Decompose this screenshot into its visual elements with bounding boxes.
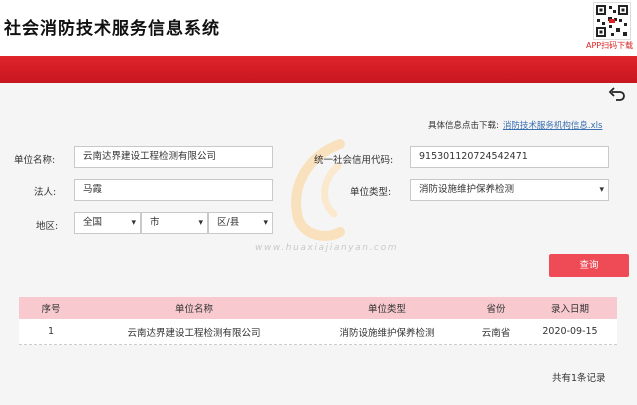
unit-name-label: 单位名称:: [14, 155, 56, 166]
table-header: 序号 单位名称 单位类型 省份 录入日期: [19, 297, 617, 319]
header: 社会消防技术服务信息系统 APP扫码下载: [0, 0, 637, 56]
col-header-date: 录入日期: [550, 304, 589, 315]
province-select[interactable]: 全国: [74, 212, 141, 234]
district-select[interactable]: 区/县: [208, 212, 273, 234]
download-link[interactable]: 消防技术服务机构信息.xls: [503, 121, 603, 131]
legal-person-input[interactable]: 马霞: [74, 179, 273, 201]
cell-date: 2020-09-15: [542, 326, 598, 337]
credit-code-input[interactable]: 915301120724542471: [410, 146, 609, 168]
qr-code-icon: [593, 2, 631, 40]
unit-name-input[interactable]: 云南达界建设工程检测有限公司: [74, 146, 273, 168]
download-row: 具体信息点击下载: 消防技术服务机构信息.xls: [428, 119, 602, 131]
col-header-unit-name: 单位名称: [174, 304, 213, 315]
col-header-index: 序号: [41, 304, 61, 315]
credit-code-label: 统一社会信用代码:: [314, 155, 394, 166]
cell-unit-name: 云南达界建设工程检测有限公司: [127, 327, 261, 339]
download-prefix: 具体信息点击下载:: [428, 121, 499, 131]
watermark-text: www.huaxiajianyan.com: [255, 243, 399, 253]
legal-person-label: 法人:: [34, 187, 57, 198]
back-arrow-icon[interactable]: [608, 86, 626, 102]
cell-unit-type: 消防设施维护保养检测: [339, 327, 435, 339]
unit-type-select[interactable]: 消防设施维护保养检测: [410, 179, 609, 201]
record-count: 共有1条记录: [552, 373, 606, 384]
col-header-unit-type: 单位类型: [367, 304, 406, 315]
col-header-province: 省份: [486, 304, 506, 315]
region-label: 地区:: [36, 221, 59, 232]
unit-type-label: 单位类型:: [350, 187, 392, 198]
query-button[interactable]: 查询: [549, 254, 629, 277]
qr-caption: APP扫码下载: [586, 41, 634, 50]
cell-index: 1: [47, 326, 55, 337]
cell-province: 云南省: [481, 327, 511, 339]
site-title: 社会消防技术服务信息系统: [4, 19, 220, 39]
nav-bar: [0, 56, 637, 83]
city-select[interactable]: 市: [141, 212, 208, 234]
table-row[interactable]: 1 云南达界建设工程检测有限公司 消防设施维护保养检测 云南省 2020-09-…: [19, 319, 617, 345]
